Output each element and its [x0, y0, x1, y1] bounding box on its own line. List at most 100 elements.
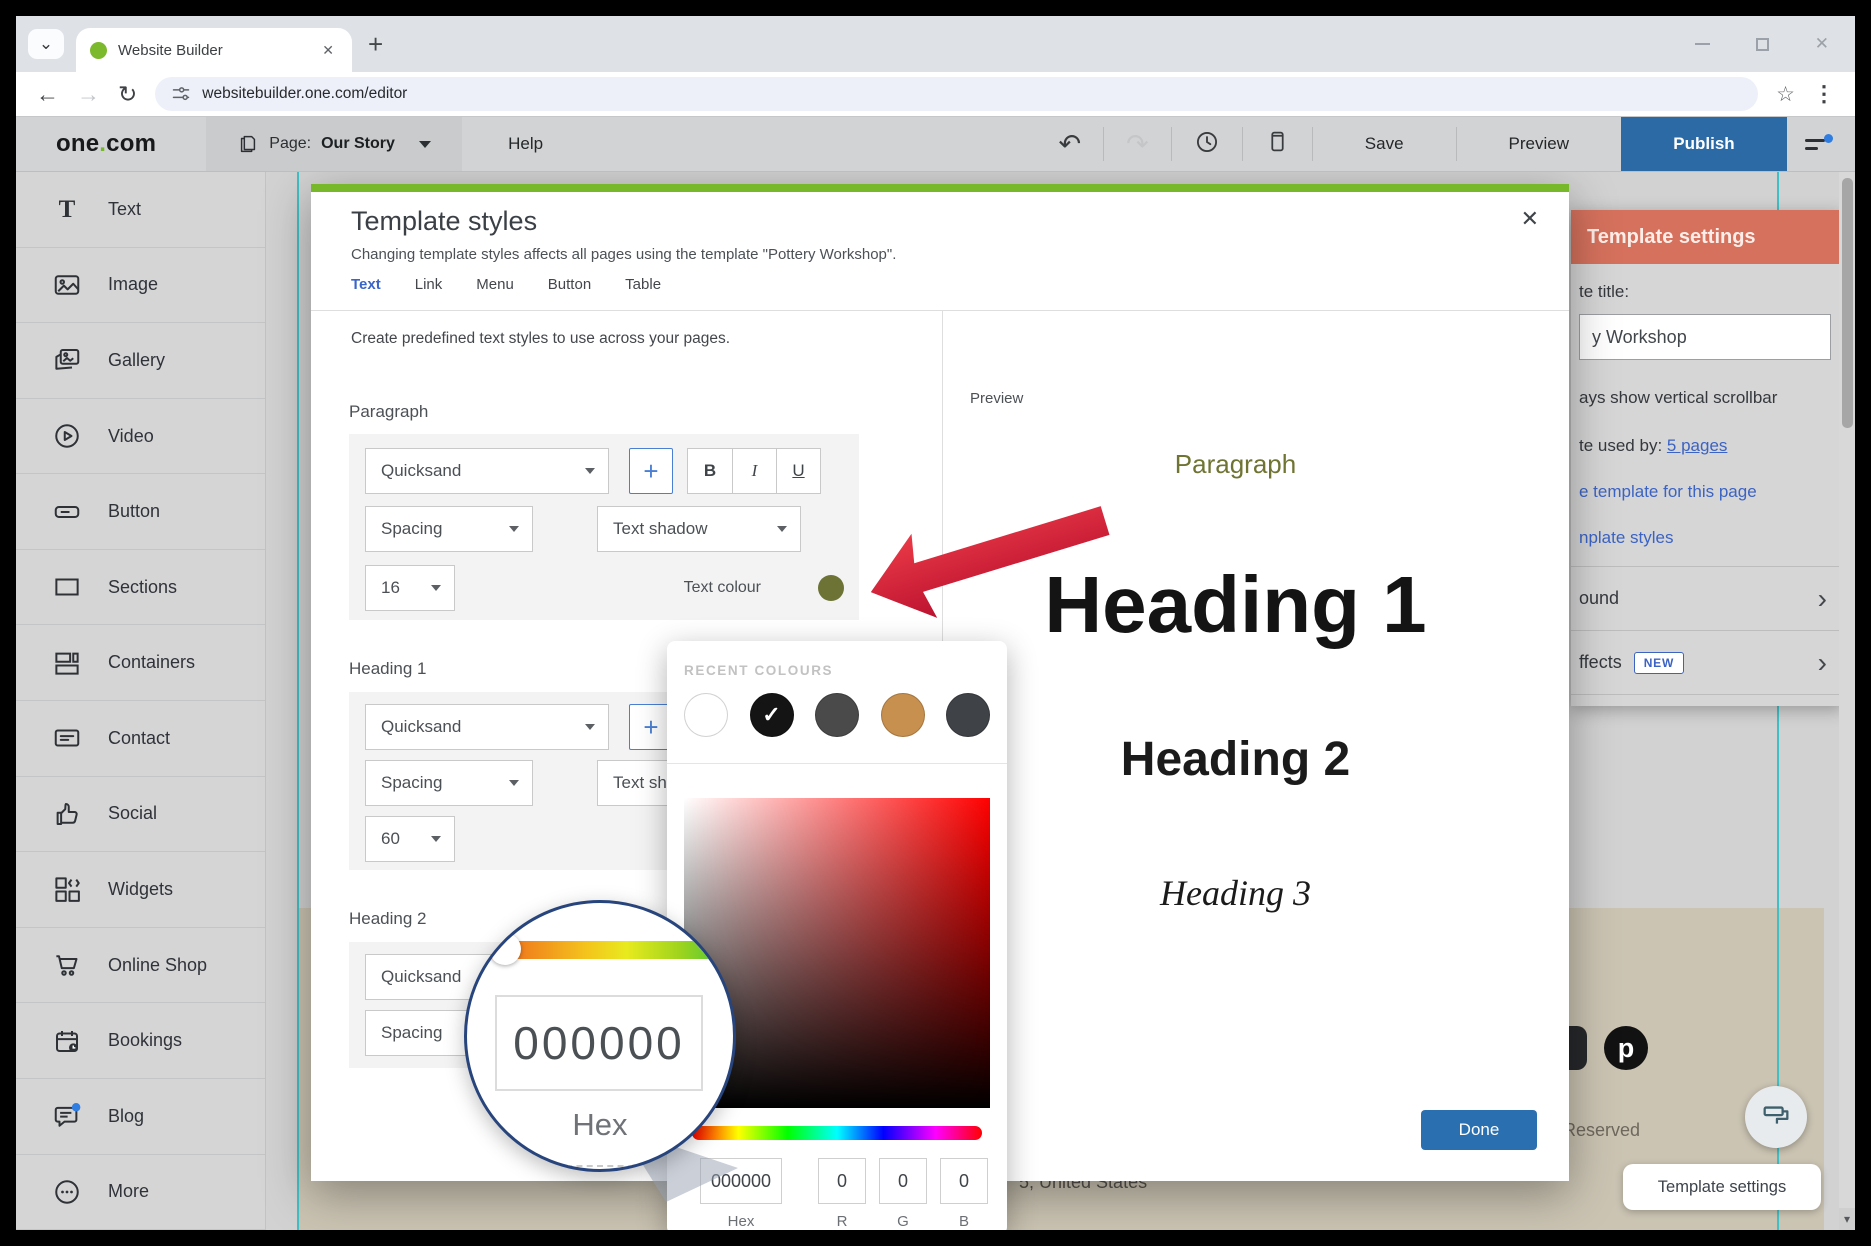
add-style-button[interactable]: +: [629, 448, 673, 494]
sidebar-item-text[interactable]: T Text: [16, 172, 265, 248]
sidebar-item-video[interactable]: Video: [16, 399, 265, 475]
tab-table[interactable]: Table: [625, 276, 661, 293]
new-badge: NEW: [1634, 652, 1684, 674]
template-title-label: te title:: [1579, 282, 1629, 302]
size-value: 16: [381, 578, 400, 598]
pinterest-icon[interactable]: p: [1604, 1026, 1648, 1070]
mobile-preview-icon[interactable]: [1243, 129, 1312, 159]
caret-icon: [431, 585, 441, 591]
help-button[interactable]: Help: [508, 134, 543, 154]
caret-icon: [777, 526, 787, 532]
effects-row[interactable]: ffects NEW ›: [1571, 631, 1843, 695]
used-by-pages-link[interactable]: 5 pages: [1667, 436, 1728, 455]
sidebar-item-label: Blog: [108, 1106, 144, 1127]
undo-icon[interactable]: ↶: [1037, 131, 1104, 158]
sidebar-item-blog[interactable]: Blog: [16, 1079, 265, 1155]
sidebar-item-social[interactable]: Social: [16, 777, 265, 853]
heading1-font-select[interactable]: Quicksand: [365, 704, 609, 750]
style-preview: Paragraph Heading 1 Heading 2 Heading 3: [942, 184, 1569, 1181]
done-button[interactable]: Done: [1421, 1110, 1537, 1150]
bold-button[interactable]: B: [688, 449, 732, 493]
new-tab-button[interactable]: +: [368, 31, 383, 57]
cart-icon: [52, 950, 82, 980]
logo-one: one: [56, 130, 99, 157]
history-icon[interactable]: [1172, 129, 1242, 160]
tab-menu[interactable]: Menu: [476, 276, 514, 293]
sidebar-item-image[interactable]: Image: [16, 248, 265, 324]
paragraph-spacing-select[interactable]: Spacing: [365, 506, 533, 552]
hue-slider-handle: [489, 933, 521, 965]
sidebar-item-widgets[interactable]: Widgets: [16, 852, 265, 928]
change-template-link[interactable]: e template for this page: [1579, 482, 1757, 502]
maximize-button[interactable]: [1756, 38, 1769, 51]
page-selector[interactable]: Page: Our Story: [206, 117, 462, 171]
sidebar-item-contact[interactable]: Contact: [16, 701, 265, 777]
sidebar-item-sections[interactable]: Sections: [16, 550, 265, 626]
browser-menu-icon[interactable]: ⋮: [1813, 81, 1835, 107]
sidebar-item-label: Online Shop: [108, 955, 207, 976]
sidebar-item-label: Video: [108, 426, 154, 447]
colour-swatch-black-selected[interactable]: ✓: [750, 693, 794, 737]
sidebar-item-label: Bookings: [108, 1030, 182, 1051]
browser-tab[interactable]: Website Builder ✕: [76, 28, 352, 72]
sidebar-item-bookings[interactable]: Bookings: [16, 1003, 265, 1079]
used-by-row: te used by: 5 pages: [1579, 436, 1727, 456]
footer-reserved-text: Reserved: [1563, 1120, 1640, 1141]
chevron-right-icon: ›: [1818, 647, 1827, 679]
template-settings-button[interactable]: Template settings: [1623, 1164, 1821, 1210]
preview-paragraph: Paragraph: [942, 449, 1529, 480]
sidebar-item-more[interactable]: More: [16, 1155, 265, 1230]
heading1-size-select[interactable]: 60: [365, 816, 455, 862]
paragraph-style-panel: Quicksand + B I U Spacing Text shadow 16…: [349, 434, 859, 620]
sidebar-item-containers[interactable]: Containers: [16, 625, 265, 701]
underline-button[interactable]: U: [776, 449, 820, 493]
save-button[interactable]: Save: [1313, 134, 1456, 154]
back-icon[interactable]: ←: [36, 83, 59, 106]
colour-swatch-white[interactable]: [684, 693, 728, 737]
forward-icon[interactable]: →: [77, 83, 100, 106]
tab-search-button[interactable]: ⌄: [28, 29, 64, 59]
spacing-value: Spacing: [381, 519, 442, 539]
reload-icon[interactable]: ↻: [118, 83, 137, 106]
publish-button[interactable]: Publish: [1621, 117, 1787, 171]
minimize-button[interactable]: [1695, 43, 1710, 45]
heading1-section-label: Heading 1: [349, 659, 427, 679]
scrollbar-down-icon[interactable]: ▾: [1839, 1208, 1855, 1230]
template-styles-link[interactable]: nplate styles: [1579, 528, 1674, 548]
sidebar-item-label: Contact: [108, 728, 170, 749]
main-menu-icon[interactable]: [1803, 129, 1833, 159]
sidebar-item-online-shop[interactable]: Online Shop: [16, 928, 265, 1004]
window-close-button[interactable]: ✕: [1815, 34, 1829, 54]
colour-swatch-tan[interactable]: [881, 693, 925, 737]
paragraph-font-select[interactable]: Quicksand: [365, 448, 609, 494]
sidebar-item-button[interactable]: Button: [16, 474, 265, 550]
green-input[interactable]: 0: [879, 1158, 927, 1204]
shadow-value: Text shadow: [613, 519, 708, 539]
paragraph-size-select[interactable]: 16: [365, 565, 455, 611]
modal-tabs: Text Link Menu Button Table: [351, 276, 661, 293]
heading1-spacing-select[interactable]: Spacing: [365, 760, 533, 806]
page-label: Page:: [269, 135, 311, 153]
tab-text[interactable]: Text: [351, 276, 381, 293]
template-title-input[interactable]: [1579, 314, 1831, 360]
sections-icon: [52, 572, 82, 602]
blue-input[interactable]: 0: [940, 1158, 988, 1204]
colour-swatch-darkgrey[interactable]: [946, 693, 990, 737]
scrollbar-thumb[interactable]: [1842, 178, 1853, 428]
tab-button[interactable]: Button: [548, 276, 591, 293]
tab-close-icon[interactable]: ✕: [318, 40, 338, 61]
italic-button[interactable]: I: [732, 449, 776, 493]
background-row[interactable]: ound ›: [1571, 567, 1843, 631]
paragraph-shadow-select[interactable]: Text shadow: [597, 506, 801, 552]
page-scrollbar[interactable]: ▾: [1839, 172, 1855, 1230]
bookmark-star-icon[interactable]: ☆: [1776, 82, 1795, 107]
redo-icon[interactable]: ↷: [1104, 131, 1171, 158]
red-input[interactable]: 0: [818, 1158, 866, 1204]
preview-button[interactable]: Preview: [1457, 134, 1621, 154]
address-bar[interactable]: websitebuilder.one.com/editor: [155, 77, 1758, 111]
sidebar-item-gallery[interactable]: Gallery: [16, 323, 265, 399]
design-fab-button[interactable]: [1745, 1086, 1807, 1148]
colour-swatch-grey[interactable]: [815, 693, 859, 737]
browser-window: ⌄ Website Builder ✕ + ✕ ← → ↻ websitebui…: [16, 16, 1855, 1230]
tab-link[interactable]: Link: [415, 276, 443, 293]
